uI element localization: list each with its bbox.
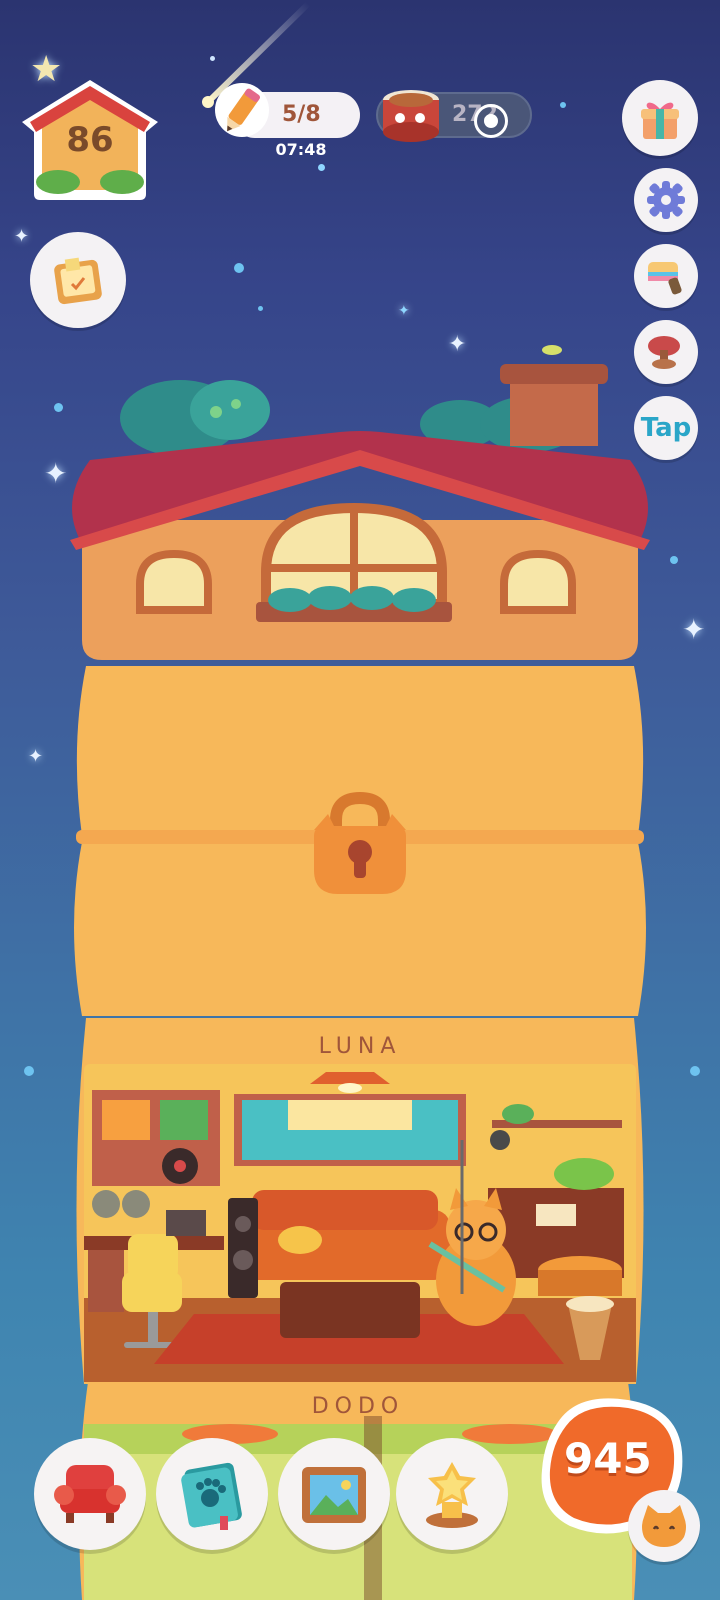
gift-icon — [641, 102, 679, 139]
album-button[interactable] — [278, 1438, 390, 1550]
task-board-button[interactable] — [30, 232, 126, 328]
gear-icon — [647, 181, 685, 219]
record-icon — [484, 114, 498, 128]
pencil-icon — [215, 83, 269, 137]
star-dot — [258, 306, 263, 311]
furniture-button[interactable] — [34, 1438, 146, 1550]
gift-button[interactable] — [622, 80, 698, 156]
floor-luna-label: LUNA — [318, 1034, 402, 1059]
task-board-icon — [54, 257, 102, 305]
sparkle-star: ✦ — [682, 613, 706, 646]
star-dot — [318, 164, 325, 171]
pencil-refill-timer: 07:48 — [275, 140, 327, 159]
cat-face-icon — [642, 1505, 686, 1547]
armchair-icon — [54, 1465, 126, 1523]
star-dot — [690, 1066, 700, 1076]
star-dot — [210, 56, 215, 61]
cat-food-can-icon — [383, 90, 439, 142]
star-dot — [234, 263, 244, 273]
floor-luna[interactable]: LUNA — [70, 1018, 650, 1388]
photo-frame-icon — [302, 1467, 366, 1523]
cat-profile-button[interactable] — [628, 1490, 700, 1562]
pencil-count: 5/8 — [282, 102, 321, 127]
locked-floor[interactable] — [66, 666, 654, 1024]
star-dot — [24, 1066, 34, 1076]
settings-button[interactable] — [634, 168, 698, 232]
house-level-value: 86 — [66, 120, 114, 160]
sparkle-star: ✦ — [14, 226, 30, 247]
paint-button[interactable] — [634, 244, 698, 308]
star-dot — [670, 556, 678, 564]
paw-book-icon — [181, 1462, 242, 1530]
trophy-icon — [426, 1462, 478, 1528]
tower-roof-floor — [70, 345, 650, 660]
coin-count: 945 — [564, 1434, 652, 1483]
padlock-icon — [314, 791, 406, 894]
house-level-badge[interactable]: 86 — [18, 76, 162, 204]
trophy-button[interactable] — [396, 1438, 508, 1550]
catbook-button[interactable] — [156, 1438, 268, 1550]
sparkle-star: ✦ — [398, 303, 410, 319]
sparkle-star: ✦ — [28, 746, 44, 767]
paint-roller-icon — [648, 262, 682, 295]
luna-room-scene — [84, 1072, 624, 1364]
star-dot — [560, 102, 566, 108]
record-button[interactable] — [474, 104, 508, 138]
